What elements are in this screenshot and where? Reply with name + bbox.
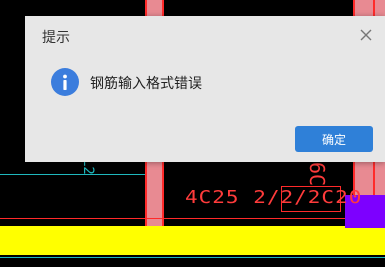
ok-button[interactable]: 确定 [295, 126, 373, 152]
red-line-beam [0, 218, 385, 219]
close-icon[interactable] [359, 27, 373, 41]
cyan-line-top [0, 174, 145, 175]
info-icon [51, 68, 79, 96]
dialog-message: 钢筋输入格式错误 [90, 76, 202, 92]
message-dialog: 提示 钢筋输入格式错误 确定 [25, 16, 385, 162]
beam-annotation-text[interactable]: 4C25 2/2/2C20 [185, 184, 362, 210]
vertical-annotation-text[interactable]: 6C [305, 162, 329, 186]
dialog-title: 提示 [42, 30, 70, 46]
selected-beam-highlight[interactable] [0, 226, 385, 255]
cyan-line-bottom [0, 257, 385, 258]
